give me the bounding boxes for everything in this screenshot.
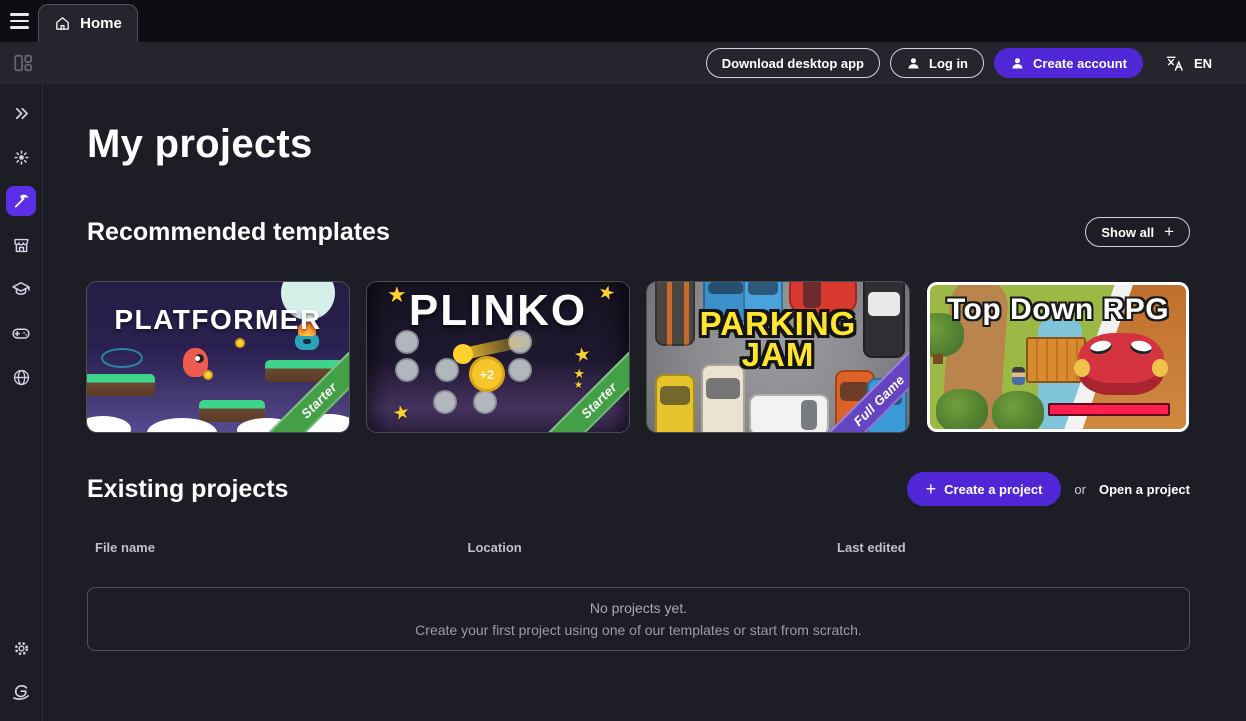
template-title: PLATFORMER [87,304,349,336]
language-selector[interactable]: EN [1165,53,1212,73]
existing-projects-heading: Existing projects [87,475,288,504]
tree-art [992,391,1044,432]
template-title: PLINKO [367,286,629,336]
enemy-art [295,334,319,350]
tab-home-label: Home [80,15,122,32]
peg-art [473,390,497,414]
learn-icon[interactable] [6,274,36,304]
create-project-button[interactable]: + Create a project [907,472,1062,506]
template-title: Top Down RPG [930,293,1186,327]
translate-icon [1165,53,1185,73]
template-title: PARKING JAM [665,308,891,371]
empty-subtitle: Create your first project using one of o… [415,622,862,638]
template-cards: PLATFORMER Starter +2 ★ ★ ★ ★ ★ ★ [87,282,1190,432]
platform-art [87,374,155,396]
home-icon [54,15,71,32]
tab-bar: Home [0,0,1246,42]
plus-icon: + [926,479,937,500]
column-location: Location [468,540,838,555]
bonus-coin-art: +2 [469,356,505,392]
projects-table-header: File name Location Last edited [87,540,1190,555]
peg-art [508,358,532,382]
empty-title: No projects yet. [590,600,687,616]
download-desktop-app-button[interactable]: Download desktop app [706,48,880,78]
peg-art [435,358,459,382]
star-art: ★ [391,400,412,426]
empty-projects-placeholder: No projects yet. Create your first proje… [87,587,1190,651]
template-card-top-down-rpg[interactable]: Top Down RPG [927,282,1189,432]
template-card-platformer[interactable]: PLATFORMER Starter [87,282,349,432]
peg-art [433,390,457,414]
or-label: or [1074,482,1086,497]
main-content: My projects Recommended templates Show a… [43,84,1246,721]
star-art: ★ [572,343,593,369]
star-art: ★ [574,380,583,391]
language-label: EN [1194,56,1212,71]
toolbar: Download desktop app Log in Create accou… [0,42,1246,84]
tree-art [936,389,988,432]
template-card-parking-jam[interactable]: PARKING JAM Full Game [647,282,909,432]
ball-trail-art [465,333,538,360]
layout-panels-icon[interactable] [12,52,34,74]
boss-monster-art [1078,333,1164,395]
create-account-button[interactable]: Create account [994,48,1143,78]
peg-art [395,358,419,382]
ball-art [453,344,473,364]
gdevelop-logo-icon[interactable] [6,677,36,707]
recommended-templates-heading: Recommended templates [87,218,390,247]
shop-icon[interactable] [6,230,36,260]
tab-home[interactable]: Home [38,4,138,42]
login-button[interactable]: Log in [890,48,984,78]
ambulance-art [749,394,829,432]
coin-art [203,370,213,380]
coin-art [235,338,245,348]
plus-icon: + [1164,222,1174,242]
template-card-plinko[interactable]: +2 ★ ★ ★ ★ ★ ★ PLINKO Starter [367,282,629,432]
play-icon[interactable] [6,318,36,348]
player-character-art [1012,367,1025,385]
expand-panel-icon[interactable] [6,98,36,128]
build-icon[interactable] [6,186,36,216]
main-menu-icon[interactable] [0,0,38,42]
health-bar-art [1048,403,1170,416]
page-title: My projects [87,122,1190,167]
person-icon [906,56,921,71]
column-file-name: File name [87,540,468,555]
person-icon [1010,56,1025,71]
car-art [655,374,695,432]
open-project-button[interactable]: Open a project [1099,482,1190,497]
show-all-button[interactable]: Show all + [1085,217,1190,247]
settings-icon[interactable] [6,633,36,663]
community-icon[interactable] [6,362,36,392]
get-started-icon[interactable] [6,142,36,172]
sidebar [0,84,43,721]
column-last-edited: Last edited [837,540,1190,555]
eye-art [101,348,143,368]
car-art [701,364,745,432]
